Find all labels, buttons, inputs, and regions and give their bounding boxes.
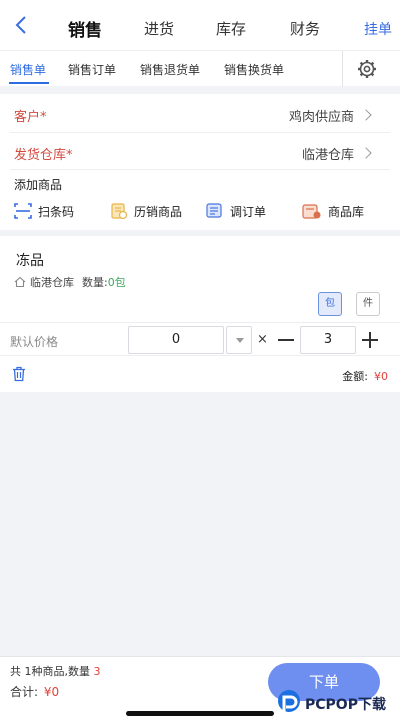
amount-label: 金额: [342,370,368,383]
total-label: 合计: [10,685,39,699]
summary-kinds: 1 [24,665,32,678]
price-dropdown[interactable] [226,326,252,354]
goods-item-card: 冻品 临港仓库 数量: 0包 包 件 默认价格 0 × 3 金额: ¥0 [0,236,400,392]
goods-qty-value: 0包 [107,276,126,289]
subtab-sales-exchange[interactable]: 销售换货单 [224,61,284,78]
chevron-right-icon [360,147,372,159]
order-total: 合计: ¥0 [10,683,59,700]
home-indicator [126,711,274,716]
add-goods-title: 添加商品 [14,178,63,192]
history-goods-icon [111,203,128,220]
subtab-sales-order[interactable]: 销售单 [10,61,46,78]
order-doc-button[interactable]: 调订单 [206,200,266,222]
warehouse-row[interactable]: 发货仓库* 临港仓库 [0,133,400,169]
price-label: 默认价格 [10,335,59,349]
order-doc-label: 调订单 [230,204,267,219]
history-goods-button[interactable]: 历销商品 [110,200,182,222]
hold-order-button[interactable]: 挂单 [364,19,392,39]
trash-icon[interactable] [12,366,26,382]
sub-tab-bar: 销售单 销售订单 销售退货单 销售换货单 [0,50,400,87]
total-value: ¥0 [43,685,60,699]
summary-count: 3 [93,665,101,678]
watermark-text: PCPOP下载 [305,697,386,713]
unit-pack-toggle[interactable]: 包 [318,292,342,316]
bottom-bar: 共 1种商品,数量 3 合计: ¥0 下单 PCPOP下载 [0,656,400,720]
customer-value: 鸡肉供应商 [288,110,354,125]
quantity-decrement-button[interactable] [272,326,300,354]
price-input[interactable]: 0 [128,326,224,354]
warehouse-label: 发货仓库* [14,148,73,163]
subtab-sales-booking[interactable]: 销售订单 [68,61,116,78]
tab-sales[interactable]: 销售 [68,16,102,41]
chevron-right-icon [360,109,372,121]
order-doc-icon [206,203,222,218]
active-tab-underline [9,82,49,84]
tab-finance[interactable]: 财务 [290,18,320,39]
warehouse-value: 临港仓库 [301,148,354,163]
amount-value: ¥0 [374,370,388,383]
goods-qty-label: 数量: [82,276,108,289]
warehouse-house-icon [14,276,26,288]
summary-prefix: 共 [10,665,21,678]
goods-meta: 临港仓库 数量: 0包 [14,274,126,290]
customer-row[interactable]: 客户* 鸡肉供应商 [0,94,400,132]
customer-label: 客户* [14,110,47,125]
history-goods-label: 历销商品 [134,204,183,219]
watermark-logo-icon [278,690,300,717]
quantity-input[interactable]: 3 [300,326,356,354]
multiply-sign: × [257,332,268,347]
amount: 金额: ¥0 [342,368,388,384]
watermark: PCPOP下载 [276,687,400,720]
summary-mid: 种商品,数量 [31,665,91,678]
tab-purchase[interactable]: 进货 [144,18,174,39]
top-nav-bar: 销售 进货 库存 财务 挂单 [0,0,400,50]
back-icon[interactable] [12,14,32,36]
tab-inventory[interactable]: 库存 [216,18,246,39]
barcode-scan-icon [14,203,32,219]
goods-library-label: 商品库 [328,204,365,219]
goods-warehouse: 临港仓库 [30,276,74,289]
subtab-sales-return[interactable]: 销售退货单 [140,61,200,78]
goods-name: 冻品 [16,253,44,269]
divider [10,169,390,170]
quantity-increment-button[interactable] [356,326,384,354]
goods-library-icon [302,204,321,219]
goods-library-button[interactable]: 商品库 [302,200,364,222]
order-summary: 共 1种商品,数量 3 [10,663,101,679]
settings-button[interactable] [342,51,390,87]
order-form: 客户* 鸡肉供应商 发货仓库* 临港仓库 添加商品 扫条码 历销商品 调订单 商… [0,94,400,230]
scan-barcode-button[interactable]: 扫条码 [14,200,74,222]
gear-icon [358,60,376,78]
scan-barcode-label: 扫条码 [38,204,75,219]
price-row: 默认价格 0 × 3 [0,322,400,356]
unit-piece-toggle[interactable]: 件 [356,292,380,316]
